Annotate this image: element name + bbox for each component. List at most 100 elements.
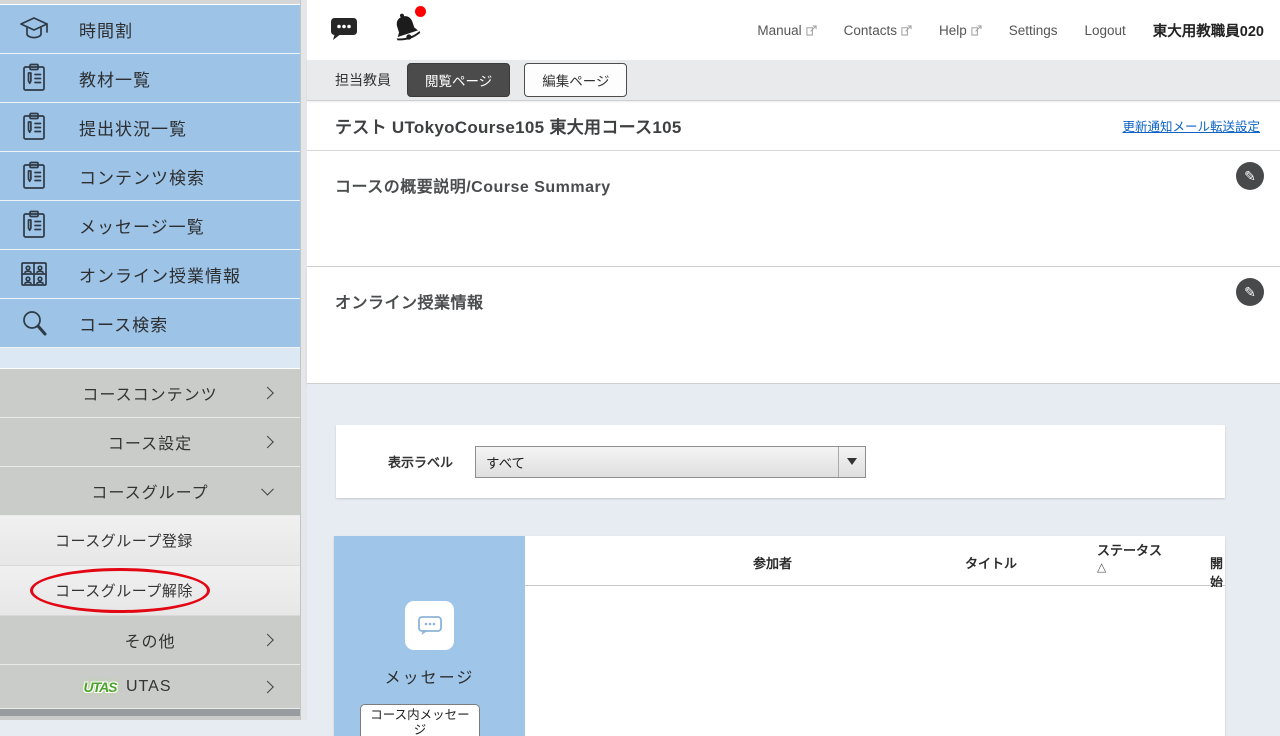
- external-link-icon: [901, 25, 912, 36]
- column-participants[interactable]: 参加者: [753, 553, 792, 572]
- tab-bar: 担当教員 閲覧ページ 編集ページ: [307, 60, 1280, 101]
- contacts-link[interactable]: Contacts: [844, 23, 912, 38]
- sidebar: 時間割 教材一覧 提出状況一覧: [0, 0, 300, 720]
- course-summary-section: コースの概要説明/Course Summary ✎: [307, 151, 1280, 267]
- message-table: メッセージ コース内メッセージ 参加者 タイトル ステータス △ 開始日: [334, 536, 1225, 736]
- column-status[interactable]: ステータス △: [1097, 543, 1167, 575]
- clipboard-icon: [17, 110, 51, 144]
- select-arrow-button[interactable]: [838, 447, 865, 477]
- chevron-right-icon: [261, 680, 274, 693]
- sort-asc-icon[interactable]: △: [1097, 559, 1167, 575]
- sidebar-group-course-group[interactable]: コースグループ: [0, 467, 300, 516]
- logout-link-label: Logout: [1085, 23, 1126, 38]
- label-filter-value: すべて: [486, 452, 525, 472]
- mail-forward-settings-link[interactable]: 更新通知メール転送設定: [1122, 116, 1260, 135]
- logout-link[interactable]: Logout: [1085, 23, 1126, 38]
- column-label: ステータス: [1097, 543, 1162, 558]
- online-class-heading: オンライン授業情報: [335, 289, 484, 313]
- magnifier-icon: [17, 306, 51, 340]
- title-bar: テスト UTokyoCourse105 東大用コース105 更新通知メール転送設…: [307, 101, 1280, 151]
- notification-badge: [415, 6, 426, 17]
- tab-view-page[interactable]: 閲覧ページ: [407, 63, 510, 97]
- sidebar-item-label: 時間割: [79, 17, 133, 42]
- pencil-icon: ✎: [1244, 284, 1256, 301]
- sidebar-group-label: その他: [124, 628, 175, 652]
- role-label: 担当教員: [335, 70, 391, 90]
- online-class-section: オンライン授業情報 ✎: [307, 267, 1280, 384]
- message-category-label: メッセージ: [334, 664, 525, 688]
- edit-online-class-button[interactable]: ✎: [1236, 278, 1264, 306]
- course-message-button[interactable]: コース内メッセージ: [360, 704, 480, 736]
- sidebar-item-label: メッセージ一覧: [79, 213, 205, 238]
- clipboard-icon: [17, 159, 51, 193]
- sidebar-content-divider: [300, 0, 307, 720]
- sidebar-subitem-group-release[interactable]: コースグループ解除: [0, 566, 300, 616]
- manual-link-label: Manual: [757, 23, 801, 38]
- sidebar-subitem-group-register[interactable]: コースグループ登録: [0, 516, 300, 566]
- column-label: タイトル: [965, 556, 1017, 571]
- settings-link-label: Settings: [1009, 23, 1058, 38]
- sidebar-subitem-label: コースグループ登録: [55, 530, 193, 551]
- display-label: 表示ラベル: [388, 452, 453, 471]
- sidebar-group-course-settings[interactable]: コース設定: [0, 418, 300, 467]
- main-content: Manual Contacts Help Settings: [307, 0, 1280, 720]
- sidebar-item-label: 提出状況一覧: [79, 115, 187, 140]
- message-bubble-icon: [405, 601, 454, 650]
- column-label: 参加者: [753, 556, 792, 571]
- sidebar-item-timetable[interactable]: 時間割: [0, 5, 300, 54]
- graduation-cap-icon: [17, 12, 51, 46]
- lower-area: 表示ラベル すべて メッセージ: [307, 384, 1280, 719]
- column-title[interactable]: タイトル: [965, 553, 1017, 572]
- external-link-icon: [806, 25, 817, 36]
- contacts-link-label: Contacts: [844, 23, 897, 38]
- username: 東大用教職員020: [1153, 20, 1264, 41]
- sidebar-item-message-list[interactable]: メッセージ一覧: [0, 201, 300, 250]
- utas-logo: UTAS: [78, 679, 122, 695]
- chevron-right-icon: [261, 387, 274, 400]
- edit-course-summary-button[interactable]: ✎: [1236, 162, 1264, 190]
- sidebar-item-label: コース検索: [79, 311, 168, 336]
- sidebar-item-content-search[interactable]: コンテンツ検索: [0, 152, 300, 201]
- sidebar-group-course-contents[interactable]: コースコンテンツ: [0, 369, 300, 418]
- chevron-down-icon: [261, 483, 274, 496]
- filter-panel: 表示ラベル すべて: [336, 425, 1225, 498]
- meeting-grid-icon: [17, 257, 51, 291]
- chevron-right-icon: [261, 634, 274, 647]
- sidebar-group-utas[interactable]: UTAS UTAS: [0, 665, 300, 709]
- help-link-label: Help: [939, 23, 967, 38]
- bell-icon[interactable]: [389, 10, 423, 51]
- sidebar-item-label: オンライン授業情報: [79, 262, 241, 287]
- course-summary-heading: コースの概要説明/Course Summary: [335, 173, 611, 197]
- clipboard-icon: [17, 208, 51, 242]
- page-title: テスト UTokyoCourse105 東大用コース105: [335, 113, 682, 138]
- help-link[interactable]: Help: [939, 23, 982, 38]
- tab-edit-page[interactable]: 編集ページ: [524, 63, 627, 97]
- sidebar-group-others[interactable]: その他: [0, 616, 300, 665]
- sidebar-blue-cap: [0, 348, 300, 369]
- comment-icon[interactable]: [329, 14, 359, 47]
- message-category-cell: メッセージ コース内メッセージ: [334, 536, 525, 736]
- clipboard-icon: [17, 61, 51, 95]
- sidebar-group-label: コースグループ: [91, 479, 208, 503]
- message-table-header: 参加者 タイトル ステータス △ 開始日 ▽ 最終更新日 ▽: [525, 536, 1225, 586]
- message-table-body: [525, 587, 1225, 736]
- sidebar-item-online-class[interactable]: オンライン授業情報: [0, 250, 300, 299]
- settings-link[interactable]: Settings: [1009, 23, 1058, 38]
- dropdown-arrow-icon: [847, 458, 857, 465]
- pencil-icon: ✎: [1244, 168, 1256, 185]
- sidebar-subitem-label: コースグループ解除: [55, 580, 193, 601]
- sidebar-group-label: コースコンテンツ: [82, 381, 217, 405]
- sidebar-item-label: 教材一覧: [79, 66, 151, 91]
- sidebar-item-materials[interactable]: 教材一覧: [0, 54, 300, 103]
- sidebar-group-label: コース設定: [108, 430, 192, 454]
- sidebar-bottom-strip: [0, 709, 300, 716]
- label-filter-select[interactable]: すべて: [475, 446, 866, 478]
- sidebar-group-label: UTAS: [126, 678, 171, 696]
- sidebar-item-submissions[interactable]: 提出状況一覧: [0, 103, 300, 152]
- top-bar: Manual Contacts Help Settings: [307, 0, 1280, 60]
- sidebar-item-label: コンテンツ検索: [79, 164, 205, 189]
- manual-link[interactable]: Manual: [757, 23, 816, 38]
- sidebar-item-course-search[interactable]: コース検索: [0, 299, 300, 348]
- external-link-icon: [971, 25, 982, 36]
- chevron-right-icon: [261, 436, 274, 449]
